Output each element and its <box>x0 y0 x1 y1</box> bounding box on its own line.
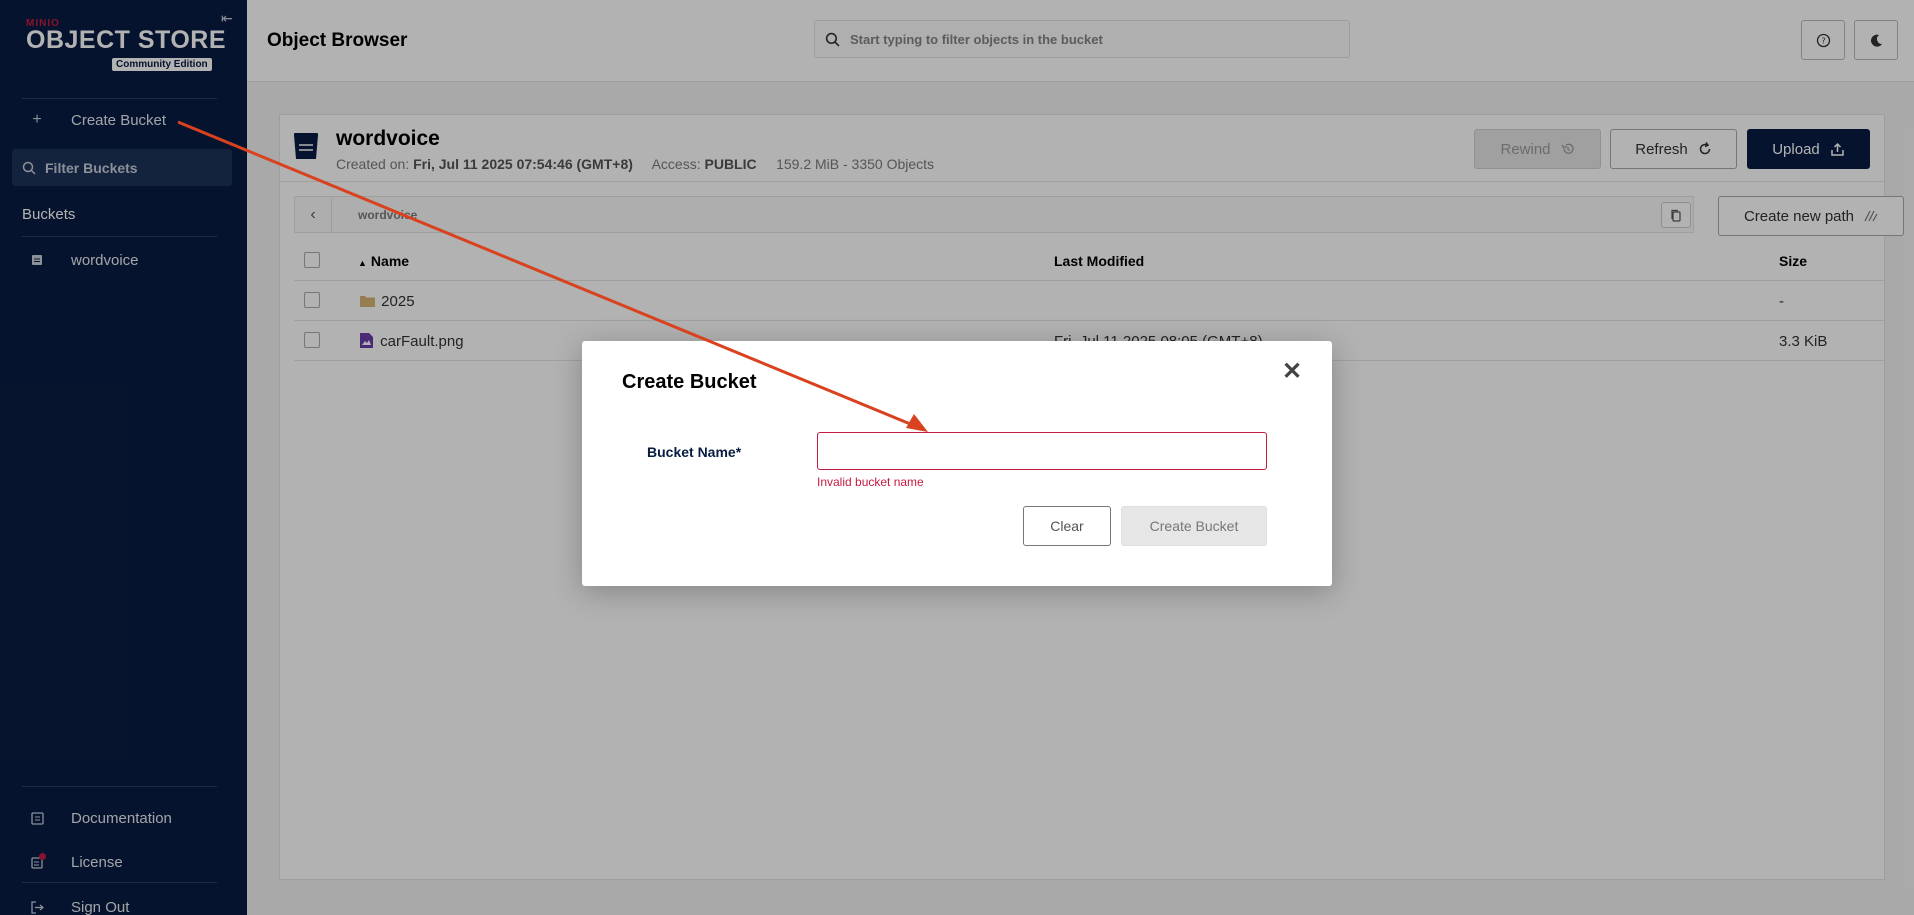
bucket-name-error: Invalid bucket name <box>817 475 924 489</box>
close-icon[interactable]: ✕ <box>1282 357 1302 386</box>
bucket-name-input[interactable] <box>817 432 1267 470</box>
clear-label: Clear <box>1050 518 1084 534</box>
create-bucket-submit-button[interactable]: Create Bucket <box>1121 506 1267 546</box>
bucket-name-label: Bucket Name* <box>647 444 742 460</box>
dialog-title: Create Bucket <box>622 371 757 393</box>
create-bucket-dialog: Create Bucket ✕ Bucket Name* Invalid buc… <box>582 341 1332 586</box>
clear-button[interactable]: Clear <box>1023 506 1111 546</box>
create-bucket-submit-label: Create Bucket <box>1149 518 1239 534</box>
